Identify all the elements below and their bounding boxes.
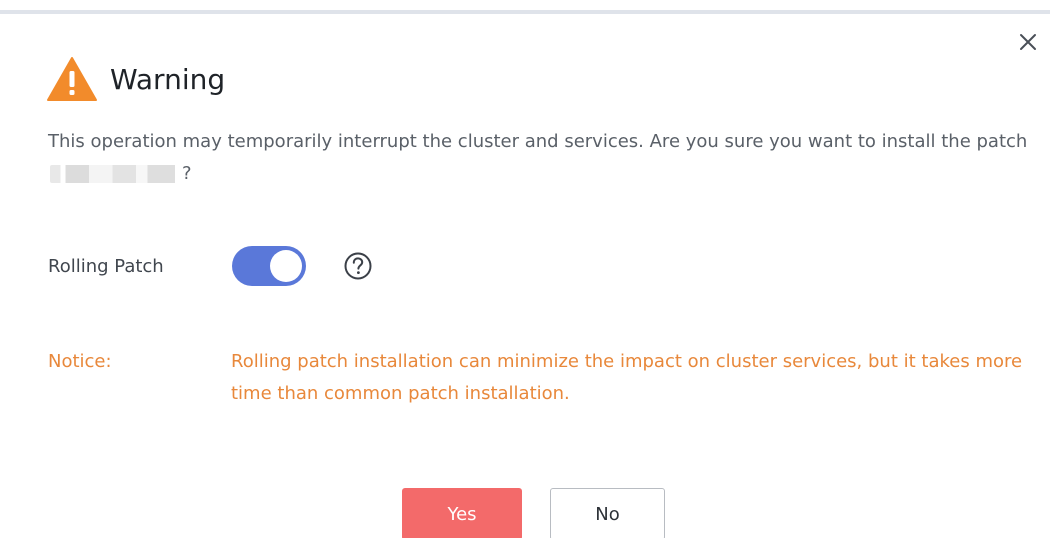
redacted-patch-name: [50, 165, 180, 183]
confirmation-message: This operation may temporarily interrupt…: [48, 126, 1028, 190]
no-button[interactable]: No: [550, 488, 665, 538]
warning-icon: [46, 55, 98, 103]
dialog-header: Warning: [46, 54, 225, 104]
yes-button[interactable]: Yes: [402, 488, 522, 538]
notice-label: Notice:: [48, 351, 112, 372]
message-text: This operation may temporarily interrupt…: [48, 131, 1028, 152]
patch-install-dialog: Warning This operation may temporarily i…: [0, 0, 1050, 538]
dialog-title: Warning: [110, 62, 226, 96]
rolling-patch-toggle[interactable]: [232, 246, 306, 286]
dialog-top-divider: [0, 10, 1050, 14]
notice-text: Rolling patch installation can minimize …: [231, 351, 1023, 404]
toggle-knob: [270, 250, 302, 282]
close-button[interactable]: [1014, 28, 1042, 56]
message-suffix: ?: [182, 163, 192, 184]
help-icon[interactable]: [342, 250, 374, 282]
close-icon: [1020, 34, 1036, 50]
rolling-patch-label: Rolling Patch: [48, 255, 164, 277]
rolling-patch-row: Rolling Patch: [48, 244, 374, 288]
